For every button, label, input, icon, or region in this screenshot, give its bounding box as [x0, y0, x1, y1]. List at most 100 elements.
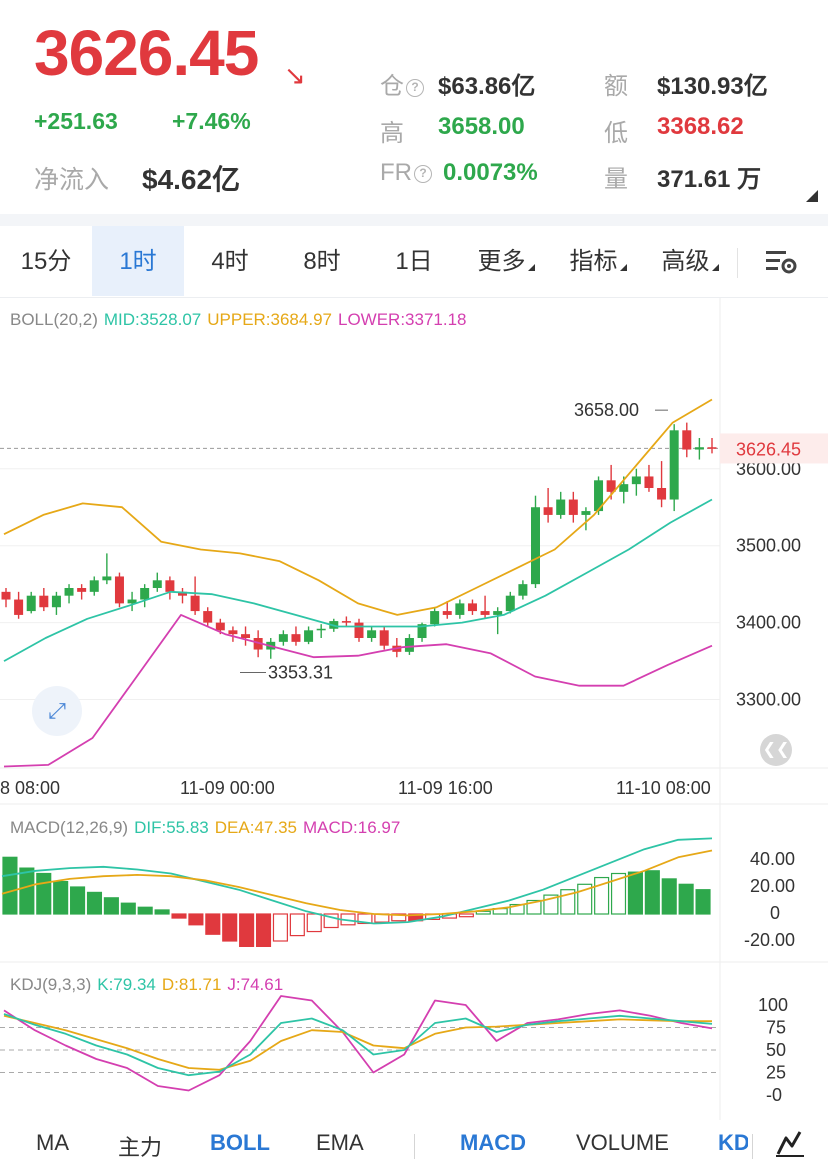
expand-header-icon[interactable] — [806, 190, 818, 202]
indicator-volume[interactable]: VOLUME — [576, 1130, 669, 1156]
macd-histogram-bar — [222, 913, 238, 942]
candle-body — [341, 621, 351, 623]
dropdown-caret-icon — [711, 264, 719, 271]
candle-body — [39, 595, 49, 608]
kline-chart[interactable]: 3600.003500.003400.003300.003626.453658.… — [0, 298, 828, 1120]
macd-histogram-bar — [137, 906, 153, 915]
tab-1d[interactable]: 1日 — [368, 226, 460, 296]
macd-histogram-bar — [86, 891, 103, 915]
divider — [414, 1134, 415, 1159]
candle-body — [556, 499, 566, 515]
indicator-boll[interactable]: BOLL — [210, 1130, 270, 1156]
tab-4h[interactable]: 4时 — [184, 226, 276, 296]
candle-body — [518, 584, 528, 596]
macd-histogram-bar — [120, 902, 136, 915]
candle-body — [215, 622, 225, 631]
price-change-percent: +7.46% — [172, 108, 251, 134]
down-arrow-icon: ↘ — [284, 60, 306, 90]
price-tick-label: 3300.00 — [736, 690, 801, 710]
candle-body — [631, 476, 641, 485]
tab-1h[interactable]: 1时 — [92, 226, 184, 296]
low-annotation: 3353.31 — [268, 663, 333, 683]
time-tick-label: 11-09 00:00 — [180, 778, 275, 798]
candle-body — [89, 580, 99, 592]
macd-histogram-bar — [70, 886, 86, 915]
indicator-ema[interactable]: EMA — [316, 1130, 364, 1156]
high-annotation: 3658.00 — [574, 400, 639, 420]
funding-rate-label[interactable]: FR? — [380, 159, 432, 187]
last-price: 3626.45 — [34, 17, 259, 89]
candle-body — [493, 611, 503, 615]
candle-body — [581, 511, 591, 515]
candle-body — [165, 580, 175, 592]
candle-body — [669, 430, 679, 500]
candle-body — [480, 611, 490, 615]
macd-tick-label: -20.00 — [744, 930, 795, 950]
indicator-main-force[interactable]: 主力 — [118, 1130, 162, 1159]
kdj-tick-label: 50 — [766, 1040, 786, 1060]
candle-body — [190, 595, 200, 612]
macd-histogram-bar — [2, 856, 18, 915]
dropdown-caret-icon — [527, 264, 535, 271]
net-inflow-label: 净流入 — [34, 166, 110, 194]
candle-body — [568, 499, 578, 515]
chart-settings-icon[interactable] — [764, 248, 800, 276]
indicator-kd[interactable]: KD — [718, 1130, 748, 1156]
macd-histogram-bar — [188, 913, 204, 926]
kdj-tick-label: 100 — [758, 995, 788, 1015]
macd-tick-label: 20.00 — [750, 876, 795, 896]
kdj-name: KDJ(9,3,3) — [10, 975, 92, 994]
candle-body — [114, 576, 124, 604]
indicator-ma[interactable]: MA — [36, 1130, 69, 1156]
time-tick-label: 08 08:00 — [0, 778, 60, 798]
low-label: 低 — [604, 120, 628, 147]
candle-body — [657, 488, 667, 500]
interval-tabs: 15分 1时 4时 8时 1日 更多 指标 高级 — [0, 226, 828, 298]
kdj-k-line — [3, 1013, 713, 1077]
macd-histogram-bar — [458, 913, 474, 918]
candle-body — [455, 603, 465, 615]
boll-legend: BOLL(20,2) MID:3528.07 UPPER:3684.97 LOWER:… — [10, 310, 473, 330]
amount-label: 额 — [604, 73, 628, 100]
macd-tick-label: 40.00 — [750, 849, 795, 869]
tab-indicators[interactable]: 指标 — [552, 226, 644, 296]
boll-upper: UPPER:3684.97 — [207, 310, 332, 329]
macd-histogram-bar — [289, 913, 305, 937]
macd-value: MACD:16.97 — [303, 818, 401, 837]
macd-histogram-bar — [272, 913, 288, 942]
tab-15m[interactable]: 15分 — [0, 226, 92, 296]
candle-body — [354, 622, 364, 638]
macd-histogram-bar — [661, 878, 677, 915]
candle-body — [694, 447, 704, 450]
kdj-legend: KDJ(9,3,3) K:79.34 D:81.71 J:74.61 — [10, 975, 289, 995]
time-tick-label: 11-10 08:00 — [616, 778, 711, 798]
candle-body — [241, 634, 251, 638]
macd-dea: DEA:47.35 — [214, 818, 297, 837]
boll-name: BOLL(20,2) — [10, 310, 98, 329]
macd-histogram-bar — [154, 909, 170, 915]
macd-histogram-bar — [171, 913, 187, 919]
scroll-to-latest-icon[interactable]: ❮❮ — [760, 734, 792, 766]
fullscreen-icon[interactable]: ⤢ — [32, 686, 82, 736]
help-icon[interactable]: ? — [414, 165, 432, 183]
kdj-k: K:79.34 — [97, 975, 156, 994]
time-tick-label: 11-09 16:00 — [398, 778, 493, 798]
candle-body — [531, 507, 540, 585]
tab-advanced[interactable]: 高级 — [644, 226, 736, 296]
macd-dif: DIF:55.83 — [134, 818, 209, 837]
divider — [0, 214, 828, 226]
candle-body — [467, 603, 477, 612]
drawing-tool-icon[interactable] — [774, 1128, 806, 1158]
macd-histogram-bar — [239, 913, 255, 948]
tab-8h[interactable]: 8时 — [276, 226, 368, 296]
position-label[interactable]: 仓? — [380, 66, 424, 101]
tab-more[interactable]: 更多 — [460, 226, 552, 296]
candle-body — [379, 630, 389, 646]
indicator-macd[interactable]: MACD — [460, 1130, 526, 1156]
candle-body — [102, 576, 112, 581]
kdj-tick-label: 75 — [766, 1018, 786, 1038]
help-icon[interactable]: ? — [406, 79, 424, 97]
candle-body — [682, 430, 692, 450]
candle-body — [291, 634, 301, 642]
candle-body — [14, 599, 24, 615]
